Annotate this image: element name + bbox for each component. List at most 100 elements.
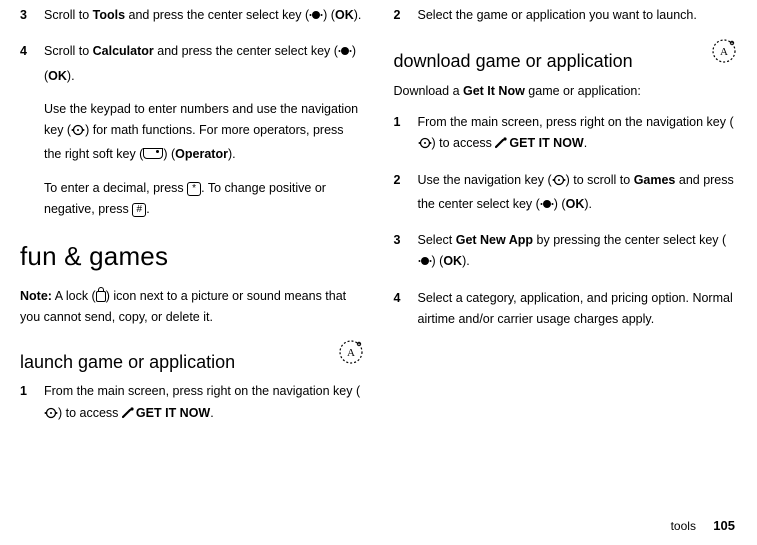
hash-key-icon: # — [132, 203, 146, 217]
text: and press the center select key ( — [125, 8, 309, 22]
step-number: 3 — [394, 230, 418, 276]
svg-text:+: + — [731, 41, 734, 47]
feature-badge-icon: A+ — [711, 38, 737, 71]
text: ). — [354, 8, 362, 22]
ok-label: OK — [48, 69, 67, 83]
nav-key-icon — [418, 136, 432, 157]
step-number: 2 — [394, 5, 418, 26]
nav-key-icon — [71, 123, 85, 144]
center-select-icon — [540, 197, 554, 218]
text: Use the navigation key ( — [418, 173, 552, 187]
right-softkey-icon — [143, 148, 163, 159]
ok-label: OK — [335, 8, 354, 22]
text: ) to access — [432, 136, 496, 150]
page-number: 105 — [713, 518, 735, 533]
subsection-heading: download game or application — [394, 46, 706, 77]
svg-text:A: A — [720, 46, 728, 58]
text: . — [146, 202, 149, 216]
section-heading-fun-games: fun & games — [20, 234, 364, 278]
note-label: Note: — [20, 289, 52, 303]
calculator-label: Calculator — [93, 44, 154, 58]
step-body: From the main screen, press right on the… — [44, 381, 364, 427]
text: Scroll to — [44, 44, 93, 58]
text: ) ( — [554, 197, 566, 211]
footer-section: tools — [671, 519, 696, 533]
step-body: Select the game or application you want … — [418, 5, 738, 26]
star-key-icon: * — [187, 182, 201, 196]
launch-step-2: 2 Select the game or application you wan… — [394, 5, 738, 26]
subsection-heading: launch game or application — [20, 347, 332, 378]
text: From the main screen, press right on the… — [418, 115, 734, 129]
text: To enter a decimal, press — [44, 181, 187, 195]
subsection-download: download game or application A+ — [394, 38, 738, 81]
tools-label: Tools — [93, 8, 125, 22]
text: ). — [67, 69, 75, 83]
ok-label: OK — [566, 197, 585, 211]
text: by pressing the center select key ( — [533, 233, 726, 247]
text: . — [210, 406, 213, 420]
text: game or application: — [525, 84, 641, 98]
step-number: 1 — [394, 112, 418, 158]
text: A lock ( — [52, 289, 96, 303]
step-body: Scroll to Calculator and press the cente… — [44, 41, 364, 87]
get-new-app-label: Get New App — [456, 233, 533, 247]
download-step-1: 1 From the main screen, press right on t… — [394, 112, 738, 158]
svg-text:A: A — [347, 347, 355, 359]
text: ) to access — [58, 406, 122, 420]
get-it-now-label: GET IT NOW — [136, 406, 210, 420]
tools-step-4: 4 Scroll to Calculator and press the cen… — [20, 41, 364, 87]
right-column: 2 Select the game or application you wan… — [394, 5, 738, 439]
text: ) ( — [432, 254, 444, 268]
step-number: 4 — [394, 288, 418, 331]
step-number: 3 — [20, 5, 44, 29]
get-it-now-label: GET IT NOW — [509, 136, 583, 150]
step-body: Select Get New App by pressing the cente… — [418, 230, 738, 276]
tools-step-3: 3 Scroll to Tools and press the center s… — [20, 5, 364, 29]
get-it-now-label: Get It Now — [463, 84, 525, 98]
text: ). — [228, 147, 236, 161]
text: Select — [418, 233, 456, 247]
step-number: 2 — [394, 170, 418, 219]
calculator-instructions-2: To enter a decimal, press *. To change p… — [44, 178, 364, 221]
center-select-icon — [309, 8, 323, 29]
text: . — [584, 136, 587, 150]
step-body: Scroll to Tools and press the center sel… — [44, 5, 364, 29]
text: ) to scroll to — [566, 173, 634, 187]
launch-step-1: 1 From the main screen, press right on t… — [20, 381, 364, 427]
nav-key-icon — [552, 173, 566, 194]
text: Download a — [394, 84, 464, 98]
center-select-icon — [418, 254, 432, 275]
left-column: 3 Scroll to Tools and press the center s… — [20, 5, 364, 439]
text: ). — [584, 197, 592, 211]
operator-label: Operator — [175, 147, 228, 161]
lock-note: Note: A lock () icon next to a picture o… — [20, 286, 364, 329]
download-step-2: 2 Use the navigation key ( ) to scroll to… — [394, 170, 738, 219]
step-number: 1 — [20, 381, 44, 427]
step-body: Use the navigation key ( ) to scroll to G… — [418, 170, 738, 219]
text: ) ( — [163, 147, 175, 161]
games-label: Games — [634, 173, 676, 187]
download-intro: Download a Get It Now game or applicatio… — [394, 81, 738, 102]
get-it-now-icon — [495, 135, 508, 156]
lock-icon — [96, 291, 106, 302]
download-step-4: 4 Select a category, application, and pr… — [394, 288, 738, 331]
text: ) ( — [323, 8, 335, 22]
page-columns: 3 Scroll to Tools and press the center s… — [20, 5, 737, 439]
text: Scroll to — [44, 8, 93, 22]
feature-badge-icon: A+ — [338, 339, 364, 372]
text: and press the center select key ( — [154, 44, 338, 58]
ok-label: OK — [443, 254, 462, 268]
svg-text:+: + — [357, 342, 360, 348]
nav-key-icon — [44, 406, 58, 427]
calculator-instructions-1: Use the keypad to enter numbers and use … — [44, 99, 364, 166]
get-it-now-icon — [122, 405, 135, 426]
page-footer: tools 105 — [671, 515, 735, 537]
download-step-3: 3 Select Get New App by pressing the cen… — [394, 230, 738, 276]
text: ). — [462, 254, 470, 268]
step-body: From the main screen, press right on the… — [418, 112, 738, 158]
subsection-launch: launch game or application A+ — [20, 339, 364, 382]
center-select-icon — [338, 44, 352, 65]
step-number: 4 — [20, 41, 44, 87]
step-body: Select a category, application, and pric… — [418, 288, 738, 331]
text: From the main screen, press right on the… — [44, 384, 360, 398]
